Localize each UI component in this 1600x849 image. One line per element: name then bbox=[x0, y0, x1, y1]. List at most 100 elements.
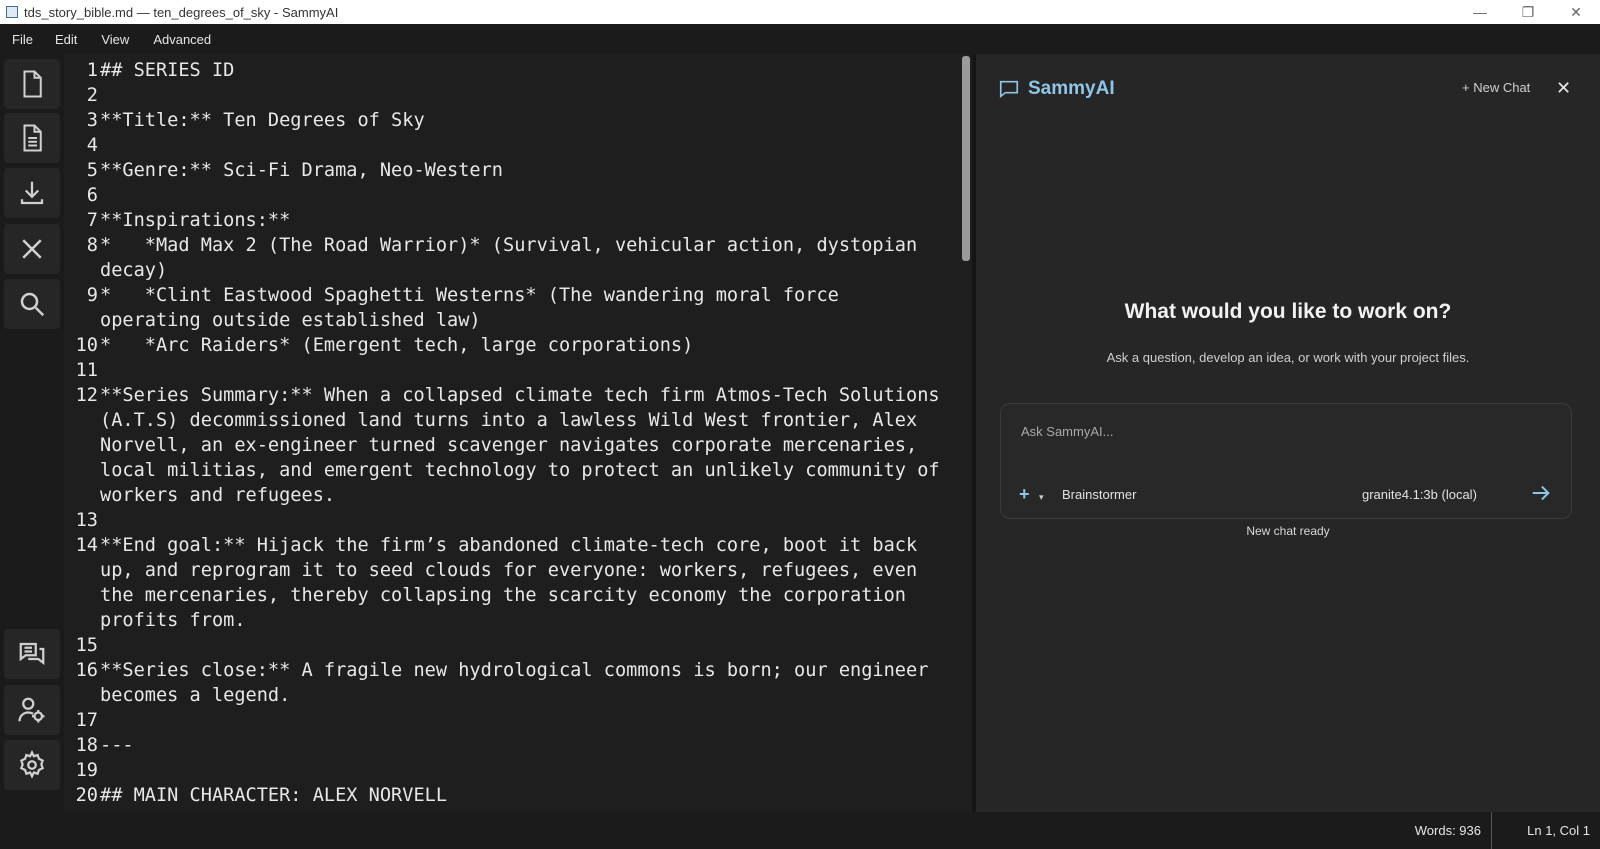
markdown-editor[interactable]: 1 ## SERIES ID 2 3 **Title:** Ten Degrees of… bbox=[64, 54, 960, 812]
line-text bbox=[98, 508, 950, 533]
line-text bbox=[98, 633, 950, 658]
line-number: 3 bbox=[86, 110, 98, 131]
menu-view[interactable]: View bbox=[89, 32, 141, 47]
line-number: 13 bbox=[75, 510, 98, 531]
line-text: **Title:** Ten Degrees of Sky bbox=[100, 110, 425, 131]
line-number: 5 bbox=[86, 160, 98, 181]
line-text: **Series close:** A fragile new hydrolog… bbox=[100, 660, 940, 706]
editor-line: 6 bbox=[64, 183, 960, 208]
add-attachment-icon[interactable]: + bbox=[1019, 484, 1030, 505]
word-count: Words: 936 bbox=[1415, 812, 1492, 849]
mode-selector[interactable]: Brainstormer bbox=[1062, 487, 1136, 502]
menu-file[interactable]: File bbox=[0, 32, 43, 47]
line-number: 18 bbox=[75, 735, 98, 756]
line-number: 9 bbox=[86, 285, 98, 306]
editor-scroll-thumb[interactable] bbox=[962, 56, 970, 261]
app-icon bbox=[6, 6, 18, 18]
close-icon bbox=[22, 239, 42, 259]
menu-edit[interactable]: Edit bbox=[43, 32, 89, 47]
line-number: 14 bbox=[75, 535, 98, 556]
menu-advanced[interactable]: Advanced bbox=[141, 32, 223, 47]
line-text: --- bbox=[100, 735, 134, 756]
line-number: 20 bbox=[75, 785, 98, 806]
download-button[interactable] bbox=[4, 168, 60, 218]
user-settings-icon bbox=[18, 697, 45, 723]
chat-title: SammyAI bbox=[1028, 78, 1115, 99]
line-text: **Inspirations:** bbox=[100, 210, 291, 231]
search-icon bbox=[20, 292, 45, 317]
model-selector[interactable]: granite4.1:3b (local) bbox=[1362, 487, 1477, 502]
editor-line: 1 ## SERIES ID bbox=[64, 58, 960, 83]
close-file-button[interactable] bbox=[4, 224, 60, 274]
line-number: 19 bbox=[75, 760, 98, 781]
gear-icon bbox=[19, 750, 45, 779]
document-icon bbox=[23, 124, 42, 152]
line-text bbox=[98, 183, 950, 208]
line-number: 1 bbox=[86, 60, 98, 81]
line-number: 17 bbox=[75, 710, 98, 731]
line-text: **Genre:** Sci-Fi Drama, Neo-Western bbox=[100, 160, 503, 181]
line-number: 16 bbox=[75, 660, 98, 681]
settings-button[interactable] bbox=[4, 740, 60, 790]
send-arrow-icon[interactable] bbox=[1530, 482, 1552, 504]
line-text: **End goal:** Hijack the firm’s abandone… bbox=[100, 535, 929, 631]
editor-line: 9 * *Clint Eastwood Spaghetti Westerns* (… bbox=[64, 283, 960, 333]
chat-button[interactable] bbox=[4, 629, 60, 679]
welcome-subheading: Ask a question, develop an idea, or work… bbox=[1106, 350, 1470, 365]
line-text: * *Clint Eastwood Spaghetti Westerns* (T… bbox=[100, 285, 851, 331]
chevron-down-icon[interactable]: ▾ bbox=[1039, 492, 1044, 503]
line-text bbox=[98, 758, 950, 783]
line-number: 10 bbox=[75, 335, 98, 356]
status-bar: Words: 936 Ln 1, Col 1 bbox=[0, 812, 1600, 849]
line-text: * *Mad Max 2 (The Road Warrior)* (Surviv… bbox=[100, 235, 929, 281]
search-button[interactable] bbox=[4, 279, 60, 329]
editor-line: 19 bbox=[64, 758, 960, 783]
chat-status: New chat ready bbox=[1246, 524, 1330, 538]
user-settings-button[interactable] bbox=[4, 685, 60, 735]
close-chat-button[interactable]: ✕ bbox=[1556, 78, 1571, 99]
line-text bbox=[98, 358, 950, 383]
minimize-icon[interactable]: — bbox=[1456, 0, 1504, 24]
line-text: * *Arc Raiders* (Emergent tech, large co… bbox=[100, 335, 694, 356]
editor-line: 17 bbox=[64, 708, 960, 733]
editor-line: 16 **Series close:** A fragile new hydrol… bbox=[64, 658, 960, 708]
title-bar: tds_story_bible.md — ten_degrees_of_sky … bbox=[0, 0, 1600, 24]
window-controls: — ❐ ✕ bbox=[1456, 0, 1600, 24]
new-file-button[interactable] bbox=[4, 59, 60, 109]
document-button[interactable] bbox=[4, 113, 60, 163]
editor-line: 2 bbox=[64, 83, 960, 108]
editor-line: 7 **Inspirations:** bbox=[64, 208, 960, 233]
line-number: 6 bbox=[86, 185, 98, 206]
close-window-icon[interactable]: ✕ bbox=[1552, 0, 1600, 24]
editor-line: 11 bbox=[64, 358, 960, 383]
editor-line: 20 ## MAIN CHARACTER: ALEX NORVELL bbox=[64, 783, 960, 808]
line-text bbox=[98, 133, 950, 158]
editor-line: 8 * *Mad Max 2 (The Road Warrior)* (Survi… bbox=[64, 233, 960, 283]
editor-line: 10 * *Arc Raiders* (Emergent tech, large … bbox=[64, 333, 960, 358]
chat-bubble-icon bbox=[999, 80, 1019, 99]
welcome-heading: What would you like to work on? bbox=[1124, 300, 1452, 323]
restore-icon[interactable]: ❐ bbox=[1504, 0, 1552, 24]
chat-input-box[interactable]: Ask SammyAI... + ▾ Brainstormer granite4… bbox=[1000, 403, 1572, 519]
window-title: tds_story_bible.md — ten_degrees_of_sky … bbox=[24, 4, 339, 20]
line-number: 15 bbox=[75, 635, 98, 656]
editor-line: 5 **Genre:** Sci-Fi Drama, Neo-Western bbox=[64, 158, 960, 183]
line-text: ## MAIN CHARACTER: ALEX NORVELL bbox=[100, 785, 448, 806]
editor-line: 3 **Title:** Ten Degrees of Sky bbox=[64, 108, 960, 133]
editor-line: 15 bbox=[64, 633, 960, 658]
left-sidebar bbox=[0, 54, 64, 812]
editor-line: 4 bbox=[64, 133, 960, 158]
editor-line: 14 **End goal:** Hijack the firm’s abando… bbox=[64, 533, 960, 633]
line-text: ## SERIES ID bbox=[100, 60, 235, 81]
chat-header: SammyAI bbox=[998, 78, 1115, 100]
cursor-position: Ln 1, Col 1 bbox=[1527, 823, 1590, 838]
line-number: 2 bbox=[86, 85, 98, 106]
line-number: 4 bbox=[86, 135, 98, 156]
line-number: 7 bbox=[86, 210, 98, 231]
chat-input[interactable]: Ask SammyAI... bbox=[1021, 424, 1113, 439]
line-number: 8 bbox=[86, 235, 98, 256]
editor-line: 12 **Series Summary:** When a collapsed c… bbox=[64, 383, 960, 508]
menu-bar: File Edit View Advanced bbox=[0, 24, 1600, 54]
new-chat-button[interactable]: + New Chat bbox=[1462, 80, 1530, 95]
chat-panel: SammyAI + New Chat ✕ What would you like… bbox=[976, 54, 1600, 812]
